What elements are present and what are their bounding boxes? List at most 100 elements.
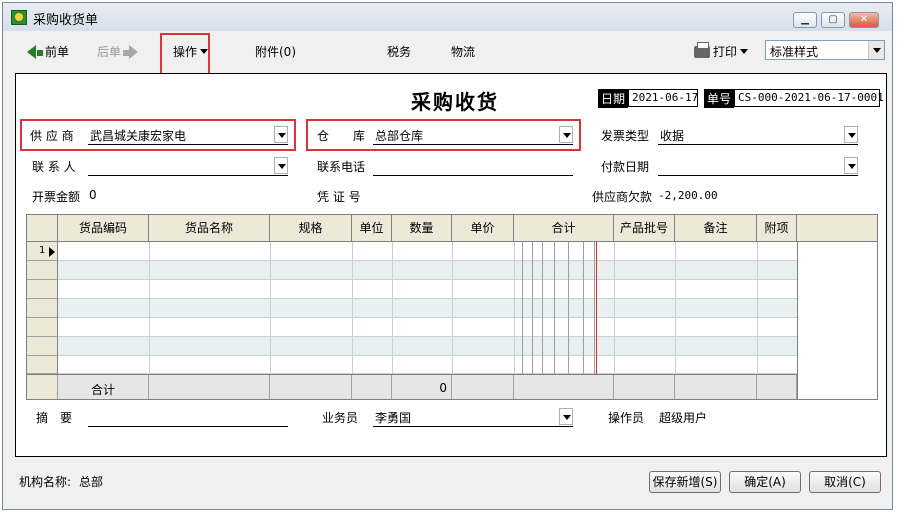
highlight-warehouse — [306, 119, 581, 151]
totals-cell — [352, 375, 392, 399]
row-header[interactable] — [27, 280, 58, 299]
salesman-combo[interactable]: 李勇国 — [373, 407, 573, 427]
col-header[interactable]: 规格 — [270, 215, 352, 242]
invoice-type-label: 发票类型 — [601, 129, 650, 143]
col-header[interactable]: 数量 — [392, 215, 452, 242]
prev-document-button[interactable]: 前单 — [27, 43, 69, 60]
invoice-amount-label: 开票金额 — [32, 190, 81, 204]
grid-header: 货品编码 货品名称 规格 单位 数量 单价 合计 产品批号 备注 附项 — [27, 215, 877, 242]
next-document-button[interactable]: 后单 — [97, 43, 139, 60]
row-header[interactable] — [27, 261, 58, 280]
totals-cell — [149, 375, 270, 399]
row-header[interactable] — [27, 299, 58, 318]
window-title: 采购收货单 — [33, 13, 99, 28]
totals-cell — [675, 375, 757, 399]
maximize-button[interactable]: ▢ — [821, 12, 845, 28]
highlight-supplier — [20, 119, 296, 151]
table-row[interactable] — [27, 261, 797, 280]
col-header[interactable]: 单位 — [352, 215, 392, 242]
printer-icon — [694, 42, 710, 58]
phone-field[interactable] — [373, 156, 573, 176]
purchase-receipt-window: 采购收货单 ▁ ▢ ✕ 前单 后单 操作 附件(0) 税务 物流 打印 标准样式… — [2, 2, 893, 510]
supplier-debt-value: -2,200.00 — [658, 189, 718, 202]
contact-combo[interactable] — [88, 156, 288, 176]
prev-label: 前单 — [45, 45, 70, 59]
minimize-button[interactable]: ▁ — [793, 12, 817, 28]
totals-cell — [270, 375, 352, 399]
chevron-down-icon — [740, 49, 749, 54]
print-button[interactable]: 打印 — [694, 42, 749, 60]
print-style-value: 标准样式 — [770, 45, 819, 59]
table-row[interactable] — [27, 299, 797, 318]
totals-quantity-cell: 0 — [392, 375, 452, 399]
totals-label: 合计 — [91, 383, 116, 397]
operator-value: 超级用户 — [659, 411, 708, 425]
tax-button[interactable]: 税务 — [387, 43, 411, 60]
col-header[interactable]: 附项 — [757, 215, 797, 242]
org-label: 机构名称: — [19, 475, 72, 489]
row-header[interactable] — [27, 356, 58, 374]
save-new-button[interactable]: 保存新增(S) — [649, 471, 721, 493]
document-number-field[interactable]: CS-000-2021-06-17-0001 — [734, 89, 884, 107]
col-header[interactable]: 产品批号 — [614, 215, 675, 242]
totals-cell — [452, 375, 514, 399]
col-header[interactable]: 合计 — [514, 215, 614, 242]
totals-quantity: 0 — [439, 381, 447, 395]
col-header[interactable]: 单价 — [452, 215, 514, 242]
print-label: 打印 — [713, 45, 738, 59]
bottom-bar: 机构名称: 总部 保存新增(S) 确定(A) 取消(C) — [11, 469, 888, 505]
totals-row-header — [27, 375, 58, 399]
phone-label: 联系电话 — [317, 160, 366, 174]
arrow-right-icon — [129, 45, 139, 59]
cancel-button[interactable]: 取消(C) — [809, 471, 881, 493]
dropdown-arrow-icon[interactable] — [844, 157, 858, 174]
col-header[interactable]: 货品编码 — [58, 215, 149, 242]
operator-label: 操作员 — [608, 411, 645, 425]
close-button[interactable]: ✕ — [849, 12, 879, 28]
logistics-button[interactable]: 物流 — [451, 43, 475, 60]
grid-right-edge — [797, 242, 798, 399]
contact-label: 联 系 人 — [32, 160, 76, 174]
arrow-left-icon — [27, 45, 36, 59]
row-header[interactable] — [27, 318, 58, 337]
col-header[interactable]: 备注 — [675, 215, 757, 242]
date-field[interactable]: 2021-06-17 — [628, 89, 698, 107]
attachments-button[interactable]: 附件(0) — [255, 43, 296, 60]
totals-amount-cell — [514, 375, 614, 399]
dropdown-arrow-icon[interactable] — [868, 41, 884, 59]
row-number: 1 — [39, 245, 46, 256]
pay-date-label: 付款日期 — [601, 160, 650, 174]
totals-label-cell: 合计 — [58, 375, 149, 399]
totals-row: 合计 0 — [27, 374, 797, 399]
pay-date-combo[interactable] — [658, 156, 858, 176]
highlight-operate — [160, 33, 210, 77]
table-row[interactable] — [27, 356, 797, 374]
col-header[interactable]: 货品名称 — [149, 215, 270, 242]
confirm-button[interactable]: 确定(A) — [729, 471, 801, 493]
supplier-debt-label: 供应商欠款 — [592, 190, 653, 204]
table-row[interactable] — [27, 242, 797, 261]
table-row[interactable] — [27, 280, 797, 299]
document-title: 采购收货 — [411, 90, 499, 114]
dropdown-arrow-icon[interactable] — [559, 408, 573, 425]
org-value: 总部 — [79, 475, 104, 489]
table-row[interactable] — [27, 318, 797, 337]
number-label: 单号 — [704, 89, 735, 108]
date-label: 日期 — [598, 89, 629, 108]
dropdown-arrow-icon[interactable] — [274, 157, 288, 174]
dropdown-arrow-icon[interactable] — [844, 126, 858, 143]
summary-field[interactable] — [88, 407, 288, 427]
current-row-indicator-icon — [49, 247, 55, 257]
invoice-type-value: 收据 — [660, 129, 685, 143]
invoice-type-combo[interactable]: 收据 — [658, 125, 858, 145]
toolbar: 前单 后单 操作 附件(0) 税务 物流 打印 标准样式 — [11, 33, 886, 69]
arrow-left-icon-tail — [37, 50, 43, 56]
print-style-select[interactable]: 标准样式 — [765, 40, 885, 60]
row-header[interactable]: 1 — [27, 242, 58, 261]
app-icon — [11, 10, 27, 25]
totals-cell — [757, 375, 797, 399]
table-row[interactable] — [27, 337, 797, 356]
next-label: 后单 — [97, 45, 122, 59]
totals-cell — [614, 375, 675, 399]
row-header[interactable] — [27, 337, 58, 356]
